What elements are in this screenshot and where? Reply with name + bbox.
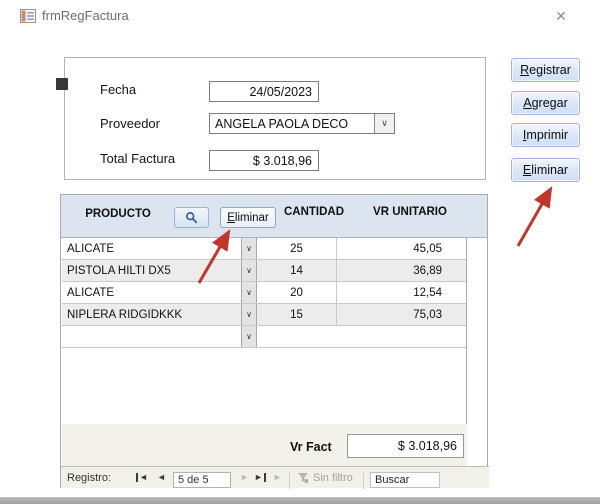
status-bar-edge — [0, 497, 600, 504]
eliminar-row-button[interactable]: Eliminar — [220, 207, 276, 228]
titlebar: frmRegFactura ✕ — [0, 0, 600, 32]
form-title: frmRegFactura — [42, 8, 129, 23]
first-record-icon: ◄ — [139, 472, 148, 482]
vr-fact-label: Vr Fact — [290, 440, 332, 454]
proveedor-combobox[interactable]: ANGELA PAOLA DECO ∨ — [209, 113, 395, 134]
bar — [263, 473, 266, 482]
access-form-window: frmRegFactura ✕ Fecha 24/05/2023 Proveed… — [0, 0, 600, 504]
producto-cell[interactable]: ALICATE — [62, 238, 241, 259]
vr-unitario-column-header: VR UNITARIO — [373, 206, 447, 218]
proveedor-label: Proveedor — [100, 116, 160, 131]
vr-unitario-cell[interactable]: 75,03 — [337, 304, 447, 325]
last-record-icon: ► — [254, 472, 263, 482]
cantidad-cell[interactable] — [257, 326, 337, 347]
vr-unitario-cell[interactable]: 12,54 — [337, 282, 447, 303]
filter-funnel-icon — [298, 472, 309, 483]
chevron-down-icon[interactable]: ∨ — [241, 304, 257, 325]
vr-unitario-cell[interactable] — [337, 326, 447, 347]
form-selector-chip — [56, 78, 68, 90]
producto-cell[interactable]: NIPLERA RIDGIDKKK — [62, 304, 241, 325]
cantidad-cell[interactable]: 15 — [257, 304, 337, 325]
detalle-subform: PRODUCTO Eliminar CANTIDAD VR UNITARIO A… — [60, 194, 489, 491]
chevron-down-icon[interactable]: ∨ — [374, 114, 394, 133]
vr-fact-field[interactable]: $ 3.018,96 — [347, 434, 464, 458]
vr-unitario-cell[interactable]: 45,05 — [337, 238, 447, 259]
record-position[interactable]: 5 de 5 — [173, 469, 231, 490]
close-icon[interactable]: ✕ — [550, 5, 572, 27]
chevron-down-icon[interactable]: ∨ — [241, 326, 257, 347]
record-position-value: 5 de 5 — [173, 471, 231, 488]
subform-footer: Vr Fact $ 3.018,96 — [62, 424, 467, 466]
fecha-field[interactable]: 24/05/2023 — [209, 81, 319, 102]
table-row[interactable]: PISTOLA HILTI DX5 ∨ 14 36,89 — [62, 260, 466, 282]
registro-label: Registro: — [67, 471, 112, 484]
filter-button[interactable] — [297, 467, 309, 488]
producto-cell[interactable] — [62, 326, 241, 347]
buscar-input[interactable]: Buscar — [370, 471, 440, 488]
previous-record-button[interactable]: ◄ — [157, 467, 166, 488]
registrar-button[interactable]: Registrar — [511, 58, 580, 82]
subform-header-band: PRODUCTO Eliminar CANTIDAD VR UNITARIO — [61, 195, 487, 238]
total-factura-label: Total Factura — [100, 151, 176, 166]
table-row[interactable]: ALICATE ∨ 20 12,54 — [62, 282, 466, 304]
eliminar-button[interactable]: Eliminar — [511, 158, 580, 182]
separator — [289, 470, 290, 491]
cantidad-cell[interactable]: 14 — [257, 260, 337, 281]
chevron-down-icon[interactable]: ∨ — [241, 260, 257, 281]
vr-unitario-cell[interactable]: 36,89 — [337, 260, 447, 281]
producto-column-header: PRODUCTO — [85, 208, 151, 220]
chevron-down-icon[interactable]: ∨ — [241, 282, 257, 303]
records-grid: ALICATE ∨ 25 45,05 PISTOLA HILTI DX5 ∨ 1… — [62, 238, 467, 466]
first-record-button[interactable]: ◄ — [136, 467, 148, 488]
new-record-icon: ► — [273, 472, 282, 482]
last-record-button[interactable]: ► — [254, 467, 266, 488]
table-row-new[interactable]: ∨ — [62, 326, 466, 348]
sin-filtro-label: Sin filtro — [313, 471, 353, 484]
bar — [136, 473, 138, 482]
cantidad-column-header: CANTIDAD — [283, 206, 345, 218]
table-row[interactable]: ALICATE ∨ 25 45,05 — [62, 238, 466, 260]
total-factura-field[interactable]: $ 3.018,96 — [209, 150, 319, 171]
separator — [363, 470, 364, 491]
cantidad-cell[interactable]: 25 — [257, 238, 337, 259]
proveedor-value: ANGELA PAOLA DECO — [215, 116, 349, 131]
cantidad-cell[interactable]: 20 — [257, 282, 337, 303]
previous-record-icon: ◄ — [157, 472, 166, 482]
fecha-label: Fecha — [100, 82, 137, 97]
new-record-button[interactable]: ► — [273, 467, 282, 488]
search-record-input[interactable]: Buscar — [370, 469, 440, 490]
producto-cell[interactable]: ALICATE — [62, 282, 241, 303]
imprimir-button[interactable]: Imprimir — [511, 123, 580, 147]
record-navigator: Registro: ◄ ◄ 5 de 5 ► ► ► Sin filtro Bu… — [61, 466, 489, 491]
producto-cell[interactable]: PISTOLA HILTI DX5 — [62, 260, 241, 281]
table-row[interactable]: NIPLERA RIDGIDKKK ∨ 15 75,03 — [62, 304, 466, 326]
search-icon — [185, 211, 198, 224]
agregar-button[interactable]: Agregar — [511, 91, 580, 115]
next-record-icon: ► — [240, 472, 249, 482]
form-document-icon — [20, 9, 36, 23]
search-button[interactable] — [174, 207, 209, 228]
arrow-to-eliminar-button — [516, 186, 553, 247]
next-record-button[interactable]: ► — [240, 467, 249, 488]
chevron-down-icon[interactable]: ∨ — [241, 238, 257, 259]
